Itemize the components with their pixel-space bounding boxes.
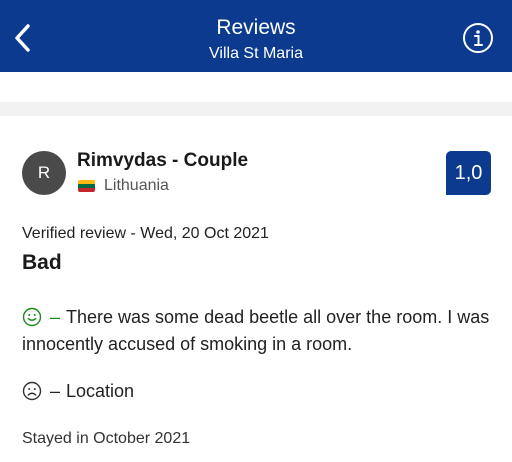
negative-text: Location xyxy=(66,381,135,401)
info-button[interactable] xyxy=(462,22,494,54)
avatar: R xyxy=(22,151,66,195)
smile-icon xyxy=(22,307,42,327)
section-divider xyxy=(0,102,512,116)
app-header: Reviews Villa St Maria xyxy=(0,0,512,72)
negative-dash: – xyxy=(50,381,61,401)
review-headline: Bad xyxy=(22,251,62,274)
negative-comment: – Location xyxy=(22,381,134,402)
reviewer-country: Lithuania xyxy=(78,177,169,195)
page-title: Reviews xyxy=(216,16,296,39)
review-meta: Verified review - Wed, 20 Oct 2021 xyxy=(22,225,269,242)
frown-icon xyxy=(22,381,42,401)
property-name: Villa St Maria xyxy=(209,45,303,62)
stay-date: Stayed in October 2021 xyxy=(22,430,191,447)
positive-dash: – xyxy=(50,307,61,327)
country-name: Lithuania xyxy=(104,177,169,194)
lithuania-flag-icon xyxy=(78,180,95,192)
reviewer-name: Rimvydas - Couple xyxy=(77,150,249,171)
positive-text: There was some dead beetle all over the … xyxy=(22,307,490,354)
positive-comment: – There was some dead beetle all over the… xyxy=(22,304,492,358)
review-score-badge: 1,0 xyxy=(446,151,491,195)
header-title-group: Reviews Villa St Maria xyxy=(0,14,512,64)
info-icon xyxy=(463,23,493,53)
